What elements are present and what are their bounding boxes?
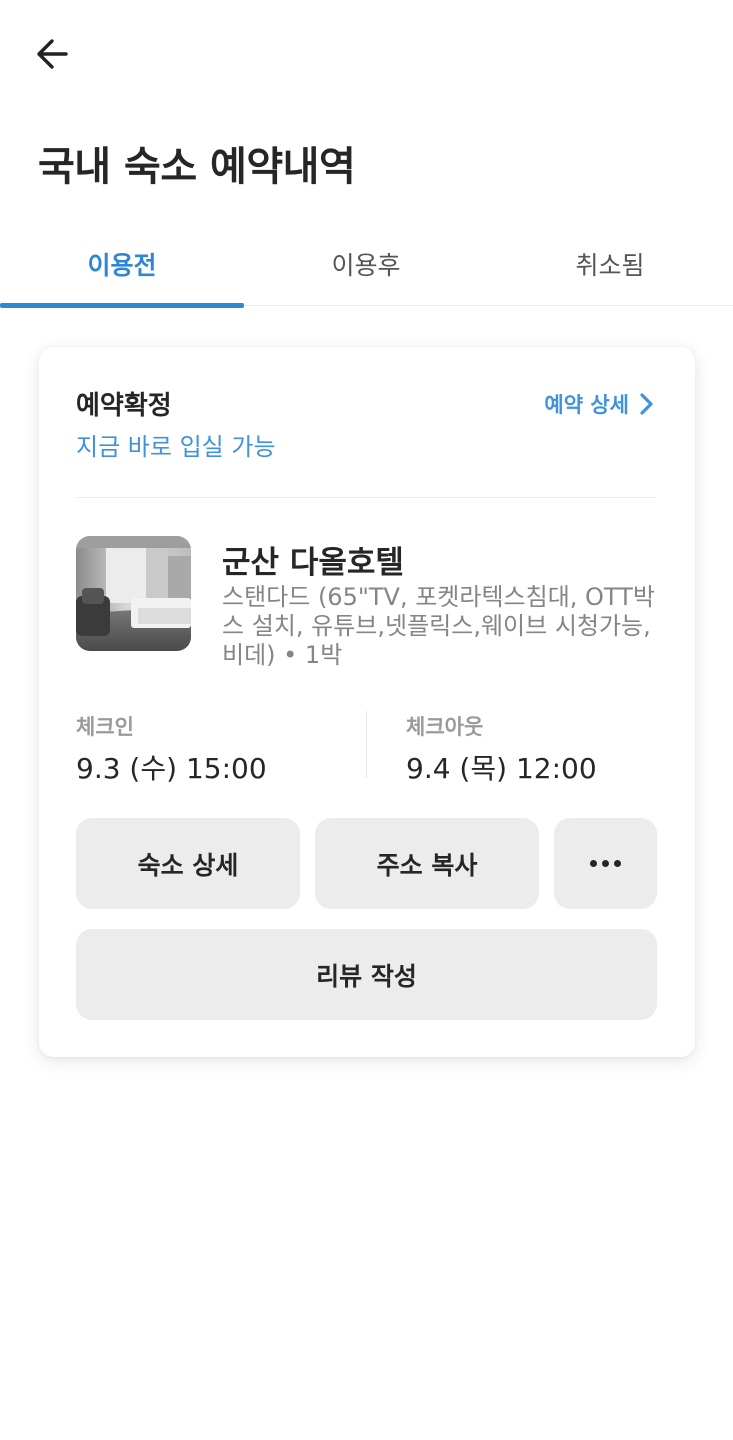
hotel-thumbnail[interactable] xyxy=(76,536,191,651)
tab-after-use[interactable]: 이용후 xyxy=(244,222,488,306)
reservation-detail-label: 예약 상세 xyxy=(544,393,629,417)
top-bar xyxy=(0,0,733,110)
tab-bar: 이용전 이용후 취소됨 xyxy=(0,222,733,306)
active-tab-indicator xyxy=(0,303,244,308)
arrow-left-icon xyxy=(37,39,68,69)
room-info: 스탠다드 (65"TV, 포켓라텍스침대, OTT박스 설치, 유튜브,넷플릭스… xyxy=(222,583,655,669)
copy-address-button[interactable]: 주소 복사 xyxy=(315,818,539,909)
checkout-value: 9.4 (목) 12:00 xyxy=(406,752,597,785)
page-title: 국내 숙소 예약내역 xyxy=(38,144,356,190)
reservation-detail-link[interactable]: 예약 상세 xyxy=(544,387,655,421)
write-review-button[interactable]: 리뷰 작성 xyxy=(76,929,657,1020)
checkin-value: 9.3 (수) 15:00 xyxy=(76,752,267,785)
more-options-button[interactable] xyxy=(554,818,657,909)
tab-cancelled[interactable]: 취소됨 xyxy=(488,222,732,306)
card-divider xyxy=(76,497,656,498)
reservation-status: 예약확정 xyxy=(76,391,172,421)
hotel-room-image xyxy=(76,536,191,651)
checkin-checkout-divider xyxy=(366,711,367,778)
checkin-availability: 지금 바로 입실 가능 xyxy=(76,433,276,461)
checkout-label: 체크아웃 xyxy=(406,715,484,739)
back-button[interactable] xyxy=(30,34,76,74)
more-dots-icon xyxy=(590,860,621,867)
hotel-name: 군산 다올호텔 xyxy=(222,545,404,581)
tab-before-use[interactable]: 이용전 xyxy=(0,222,244,306)
reservation-card: 예약확정 지금 바로 입실 가능 예약 상세 군산 다올호텔 스탠다드 (65"… xyxy=(39,347,695,1057)
checkin-label: 체크인 xyxy=(76,715,134,739)
chevron-right-icon xyxy=(640,393,653,415)
hotel-detail-button[interactable]: 숙소 상세 xyxy=(76,818,300,909)
